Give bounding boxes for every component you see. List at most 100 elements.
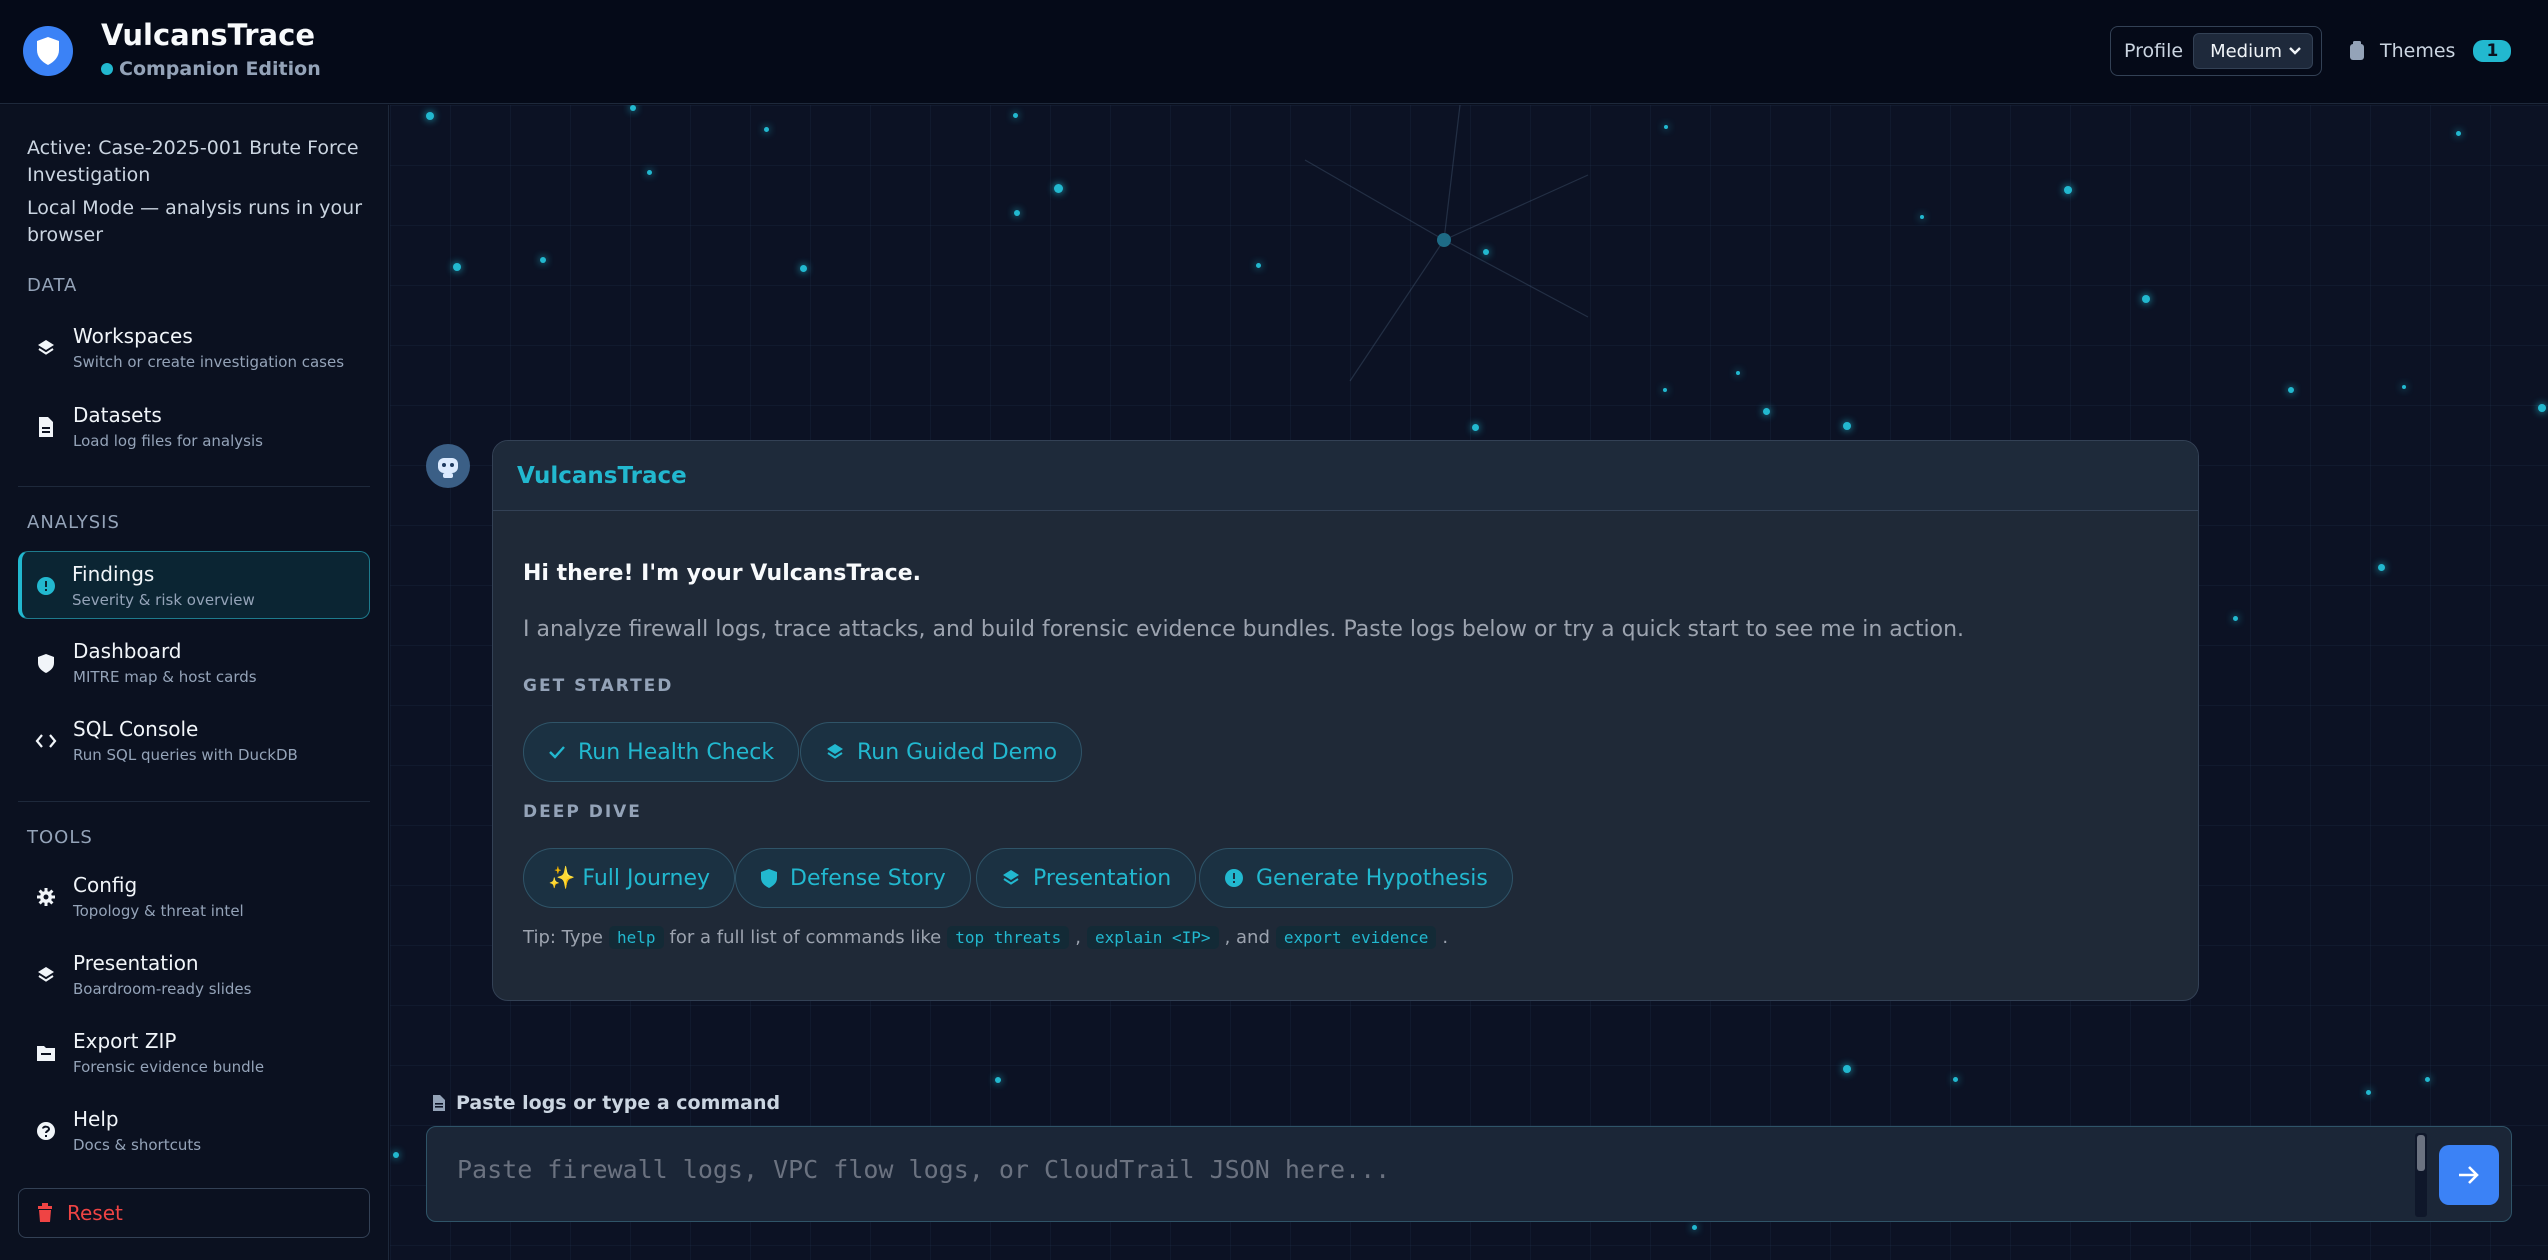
star-dot — [2402, 385, 2406, 389]
sidebar-item-datasets[interactable]: Datasets Load log files for analysis — [18, 393, 370, 461]
alert-icon — [34, 574, 58, 598]
log-input[interactable]: Paste firewall logs, VPC flow logs, or C… — [426, 1126, 2512, 1222]
sidebar-item-sub: Docs & shortcuts — [73, 1136, 202, 1154]
sidebar-item-sql-console[interactable]: SQL Console Run SQL queries with DuckDB — [18, 707, 370, 775]
tip-sep: , — [1075, 927, 1081, 948]
send-button[interactable] — [2439, 1145, 2499, 1205]
run-health-check-button[interactable]: Run Health Check — [523, 722, 800, 782]
alert-icon — [1225, 869, 1243, 887]
star-dot — [2142, 295, 2150, 303]
check-icon — [549, 746, 565, 759]
tip-end: . — [1442, 927, 1449, 948]
button-label: Presentation — [1033, 865, 1172, 891]
shield-icon — [34, 651, 58, 675]
section-tools: TOOLS — [27, 827, 93, 848]
profile-select[interactable]: Medium — [2193, 33, 2314, 69]
themes-count-badge: 1 — [2473, 40, 2512, 62]
defense-story-button[interactable]: Defense Story — [735, 848, 971, 908]
sidebar-item-config[interactable]: Config Topology & threat intel — [18, 863, 370, 931]
run-guided-demo-button[interactable]: Run Guided Demo — [800, 722, 1083, 782]
section-data: DATA — [27, 275, 78, 296]
star-dot — [540, 257, 546, 263]
file-icon — [34, 415, 58, 439]
chevron-down-icon — [2289, 47, 2301, 55]
button-label: Generate Hypothesis — [1256, 865, 1488, 891]
full-journey-button[interactable]: ✨ Full Journey — [523, 848, 736, 908]
star-dot — [2288, 387, 2294, 393]
arrow-right-icon — [2459, 1166, 2479, 1184]
sidebar-item-sub: Topology & threat intel — [73, 902, 244, 920]
star-dot — [995, 1077, 1001, 1083]
scrollbar-thumb[interactable] — [2417, 1135, 2425, 1171]
star-dot — [630, 105, 636, 111]
star-dot — [1664, 125, 1668, 129]
star-dot — [2538, 404, 2546, 412]
star-dot — [1663, 388, 1667, 392]
bot-name: VulcansTrace — [493, 441, 2198, 511]
sidebar-item-label: Workspaces — [73, 324, 193, 348]
profile-value: Medium — [2210, 40, 2283, 62]
sidebar-item-workspaces[interactable]: Workspaces Switch or create investigatio… — [18, 314, 370, 382]
sidebar-item-findings[interactable]: Findings Severity & risk overview — [18, 551, 370, 619]
presentation-button[interactable]: Presentation — [976, 848, 1197, 908]
star-dot — [1953, 1077, 1958, 1082]
star-dot — [1483, 249, 1489, 255]
status-dot-icon — [101, 63, 113, 75]
sidebar-item-label: Export ZIP — [73, 1029, 177, 1053]
sidebar-item-label: Findings — [72, 562, 155, 586]
mode-note: Local Mode — analysis runs in your brows… — [27, 197, 363, 246]
star-dot — [1472, 424, 1479, 431]
sidebar-item-help[interactable]: Help Docs & shortcuts — [18, 1097, 370, 1165]
intro-text: I analyze firewall logs, trace attacks, … — [523, 617, 1965, 642]
star-dot — [2366, 1090, 2371, 1095]
composer-label-text: Paste logs or type a command — [456, 1092, 781, 1114]
get-started-label: GET STARTED — [523, 676, 674, 696]
layers-icon — [1003, 870, 1019, 885]
star-dot — [1843, 422, 1851, 430]
tip-line: Tip: Type help for a full list of comman… — [523, 926, 1448, 949]
app-header: VulcansTrace Companion Edition Profile M… — [0, 0, 2548, 104]
reset-label: Reset — [67, 1201, 123, 1225]
layers-icon — [827, 744, 843, 759]
sidebar-item-label: Presentation — [73, 951, 199, 975]
sidebar-item-label: Dashboard — [73, 639, 182, 663]
button-label: Defense Story — [790, 865, 946, 891]
star-dot — [1736, 371, 1740, 375]
shield-icon — [761, 868, 777, 888]
star-dot — [800, 265, 807, 272]
command-code: export evidence — [1275, 926, 1437, 949]
layers-icon — [34, 963, 58, 987]
profile-control: Profile Medium — [2110, 26, 2322, 76]
tip-and: , and — [1224, 927, 1270, 948]
sidebar-item-presentation[interactable]: Presentation Boardroom-ready slides — [18, 941, 370, 1009]
command-code: help — [609, 926, 664, 949]
divider — [18, 486, 370, 487]
file-icon — [433, 1095, 445, 1111]
sidebar-item-sub: MITRE map & host cards — [73, 668, 257, 686]
generate-hypothesis-button[interactable]: Generate Hypothesis — [1199, 848, 1513, 908]
edition-label: Companion Edition — [101, 58, 321, 80]
sidebar-item-sub: Boardroom-ready slides — [73, 980, 252, 998]
star-dot — [2378, 564, 2385, 571]
star-dot — [1054, 184, 1063, 193]
app-title: VulcansTrace — [101, 18, 315, 52]
active-case: Active: Case-2025-001 Brute Force Invest… — [27, 137, 359, 186]
section-analysis: ANALYSIS — [27, 512, 120, 533]
sidebar-item-sub: Switch or create investigation cases — [73, 353, 345, 371]
sidebar-item-export-zip[interactable]: Export ZIP Forensic evidence bundle — [18, 1019, 370, 1087]
sidebar-item-label: Datasets — [73, 403, 162, 427]
sidebar-item-label: Config — [73, 873, 138, 897]
sidebar-item-sub: Forensic evidence bundle — [73, 1058, 265, 1076]
deep-dive-label: DEEP DIVE — [523, 802, 642, 822]
sidebar-item-dashboard[interactable]: Dashboard MITRE map & host cards — [18, 629, 370, 697]
reset-button[interactable]: Reset — [18, 1188, 370, 1238]
star-dot — [453, 263, 461, 271]
gear-icon — [34, 885, 58, 909]
themes-button[interactable]: Themes 1 — [2348, 36, 2512, 66]
star-dot — [1692, 1225, 1697, 1230]
trash-icon — [38, 1203, 52, 1222]
star-dot — [1013, 113, 1018, 118]
edition-text: Companion Edition — [119, 58, 321, 80]
tip-prefix: Tip: Type — [523, 927, 603, 948]
assistant-message-card: VulcansTrace Hi there! I'm your VulcansT… — [492, 440, 2199, 1001]
